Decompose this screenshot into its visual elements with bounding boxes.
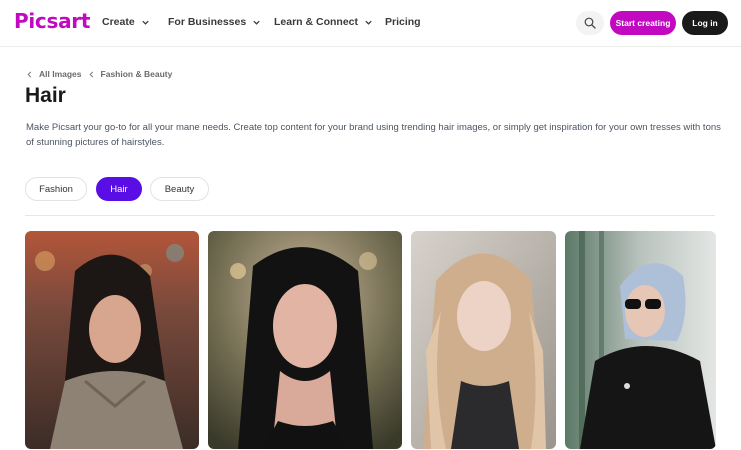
portrait-dark-hair-shirt	[25, 231, 199, 449]
login-button[interactable]: Log in	[682, 11, 728, 35]
page-description: Make Picsart your go-to for all your man…	[26, 122, 721, 148]
tab-hair[interactable]: Hair	[96, 177, 142, 201]
nav-pricing-label: Pricing	[385, 16, 421, 28]
chevron-left-icon	[27, 71, 32, 77]
chevron-down-icon	[253, 20, 260, 25]
chevron-down-icon	[142, 20, 149, 25]
page-title: Hair	[25, 84, 66, 107]
gallery-image-4[interactable]	[565, 231, 716, 449]
portrait-sleek-black-hair	[208, 231, 402, 449]
chevron-left-icon	[89, 71, 93, 77]
gallery-image-1[interactable]	[25, 231, 199, 449]
top-navigation-bar: Picsart Create For Businesses Learn & Co…	[0, 0, 741, 47]
start-creating-button[interactable]: Start creating	[610, 11, 676, 35]
nav-for-businesses[interactable]: For Businesses	[168, 16, 261, 28]
chevron-down-icon	[365, 20, 372, 25]
breadcrumb: All Images Fashion & Beauty	[26, 69, 172, 79]
picsart-logo[interactable]: Picsart	[14, 9, 90, 33]
tab-fashion[interactable]: Fashion	[25, 177, 87, 201]
breadcrumb-fashion-beauty[interactable]: Fashion & Beauty	[101, 69, 173, 79]
gallery-image-3[interactable]	[411, 231, 556, 449]
tab-beauty[interactable]: Beauty	[150, 177, 209, 201]
section-divider	[25, 215, 715, 216]
portrait-silver-bob-sunglasses	[565, 231, 716, 449]
nav-create-label: Create	[102, 16, 135, 28]
nav-learn-connect[interactable]: Learn & Connect	[274, 16, 373, 28]
search-icon	[584, 17, 596, 29]
gallery-image-2[interactable]	[208, 231, 402, 449]
nav-create[interactable]: Create	[102, 16, 150, 28]
breadcrumb-all-images[interactable]: All Images	[39, 69, 82, 79]
search-button[interactable]	[576, 11, 604, 35]
nav-pricing[interactable]: Pricing	[385, 16, 421, 28]
portrait-wavy-blonde-hair	[411, 231, 556, 449]
nav-for-businesses-label: For Businesses	[168, 16, 247, 28]
nav-learn-connect-label: Learn & Connect	[274, 16, 359, 28]
